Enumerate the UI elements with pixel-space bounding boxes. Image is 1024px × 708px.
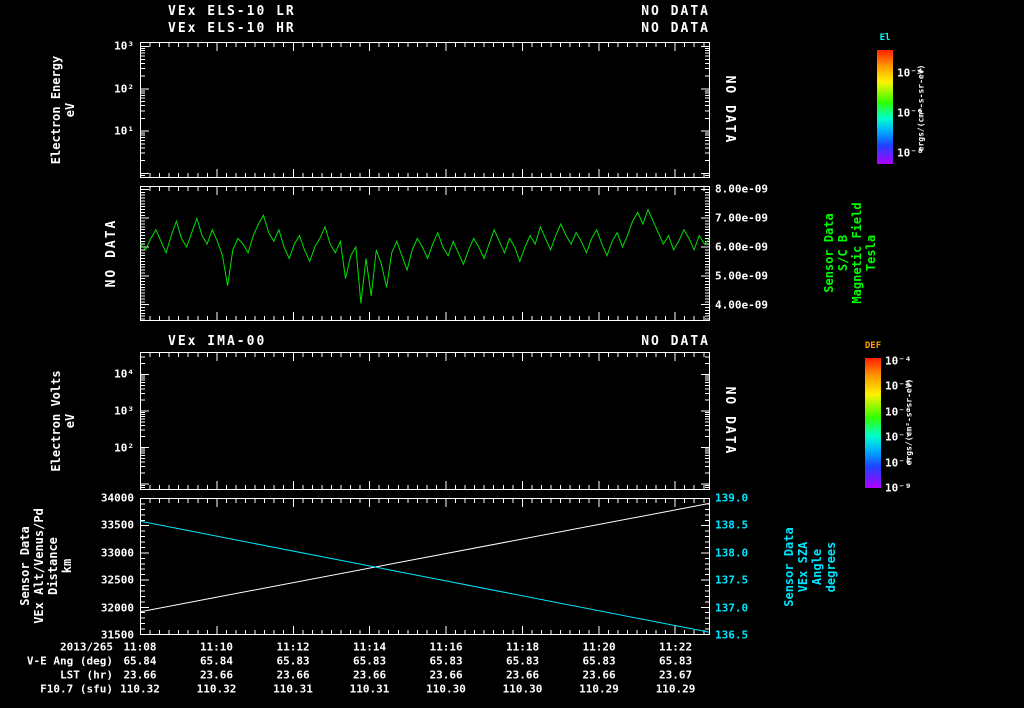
time-tick-label: 11:14 [352,640,387,654]
footer-value: 110.29 [579,682,619,696]
footer-value: 23.66 [123,668,157,682]
footer-value: 110.32 [196,682,237,696]
colorbar-el-tick-label: 10⁻⁸ [897,146,924,160]
colorbar-def-tick-label: 10⁻⁷ [885,430,912,444]
time-tick-label: 11:10 [199,640,234,654]
footer-value: 110.31 [273,682,313,696]
time-tick-label: 11:12 [276,640,310,654]
time-tick-label: 11:18 [505,640,540,654]
time-tick-label: 11:16 [429,640,463,654]
panel1-ytick-label: 10¹ [114,124,134,138]
panel3-ytick-label: 10⁴ [114,367,134,381]
panel4-right-ytick-label: 137.5 [715,573,749,587]
panel1-ytick-label: 10² [114,82,134,96]
footer-value: 23.66 [352,668,387,682]
footer-value: 65.83 [659,654,693,668]
panel2-ytick-label: 7.00e-09 [715,211,768,225]
panel4-left-ytick-label: 32500 [100,573,134,587]
panel4-right-ytick-label: 136.5 [715,628,749,642]
panel2-ytick-label: 6.00e-09 [715,240,768,254]
panel3-ytick-label: 10³ [114,404,134,418]
footer-value: 23.67 [659,668,693,682]
footer-value: 23.66 [505,668,540,682]
footer-value: 65.83 [276,654,310,668]
colorbar-def-tick-label: 10⁻⁹ [885,481,912,495]
footer-row-label: F10.7 (sfu) [40,682,113,696]
panel4-left-ytick-label: 34000 [100,491,134,505]
panel4-right-ytick-label: 138.5 [715,518,749,532]
colorbar-def-tick-label: 10⁻⁴ [885,354,912,368]
panel3-ytick-label: 10² [114,441,134,455]
footer-value: 110.30 [502,682,543,696]
panel1-ytick-label: 10³ [114,39,134,53]
vex-data-browser: VEx ELS-10 LR NO DATA VEx ELS-10 HR NO D… [0,0,1024,708]
footer-row-label: LST (hr) [60,668,113,682]
footer-value: 23.66 [582,668,616,682]
footer-value: 23.66 [199,668,234,682]
panel4-left-ytick-label: 32000 [100,601,134,615]
footer-value: 65.83 [505,654,540,668]
panel2-ytick-label: 5.00e-09 [715,269,768,283]
colorbar-el-tick-label: 10⁻⁶ [897,106,924,120]
footer-value: 65.83 [429,654,463,668]
time-tick-label: 11:22 [659,640,693,654]
footer-value: 65.84 [199,654,234,668]
footer-value: 23.66 [429,668,463,682]
colorbar-el-tick-label: 10⁻⁴ [897,66,924,80]
footer-value: 110.29 [655,682,696,696]
time-tick-label: 11:08 [123,640,157,654]
footer-value: 65.83 [352,654,387,668]
footer-value: 110.32 [120,682,160,696]
footer-value: 110.31 [349,682,390,696]
colorbar-def-tick-label: 10⁻⁶ [885,405,912,419]
time-tick-label: 11:20 [582,640,616,654]
panel2-ytick-label: 4.00e-09 [715,298,768,312]
footer-row-label: V-E Ang (deg) [26,654,113,668]
labels-overlay: 10³ 10² 10¹ 10⁴ 10³ 10² 8.00e-09 7.00e-09 6.00e-… [0,0,1024,708]
panel4-right-ytick-label: 139.0 [715,491,749,505]
colorbar-def-tick-label: 10⁻⁸ [885,456,912,470]
footer-value: 65.83 [582,654,616,668]
colorbar-def-tick-label: 10⁻⁵ [885,379,912,393]
panel4-right-ytick-label: 137.0 [715,601,749,615]
panel4-right-ytick-label: 138.0 [715,546,749,560]
panel2-ytick-label: 8.00e-09 [715,182,768,196]
date-label: 2013/265 [60,640,113,654]
footer-value: 65.84 [123,654,157,668]
footer-value: 23.66 [276,668,310,682]
panel4-left-ytick-label: 33000 [100,546,134,560]
panel4-left-ytick-label: 33500 [100,518,134,532]
footer-value: 110.30 [426,682,466,696]
